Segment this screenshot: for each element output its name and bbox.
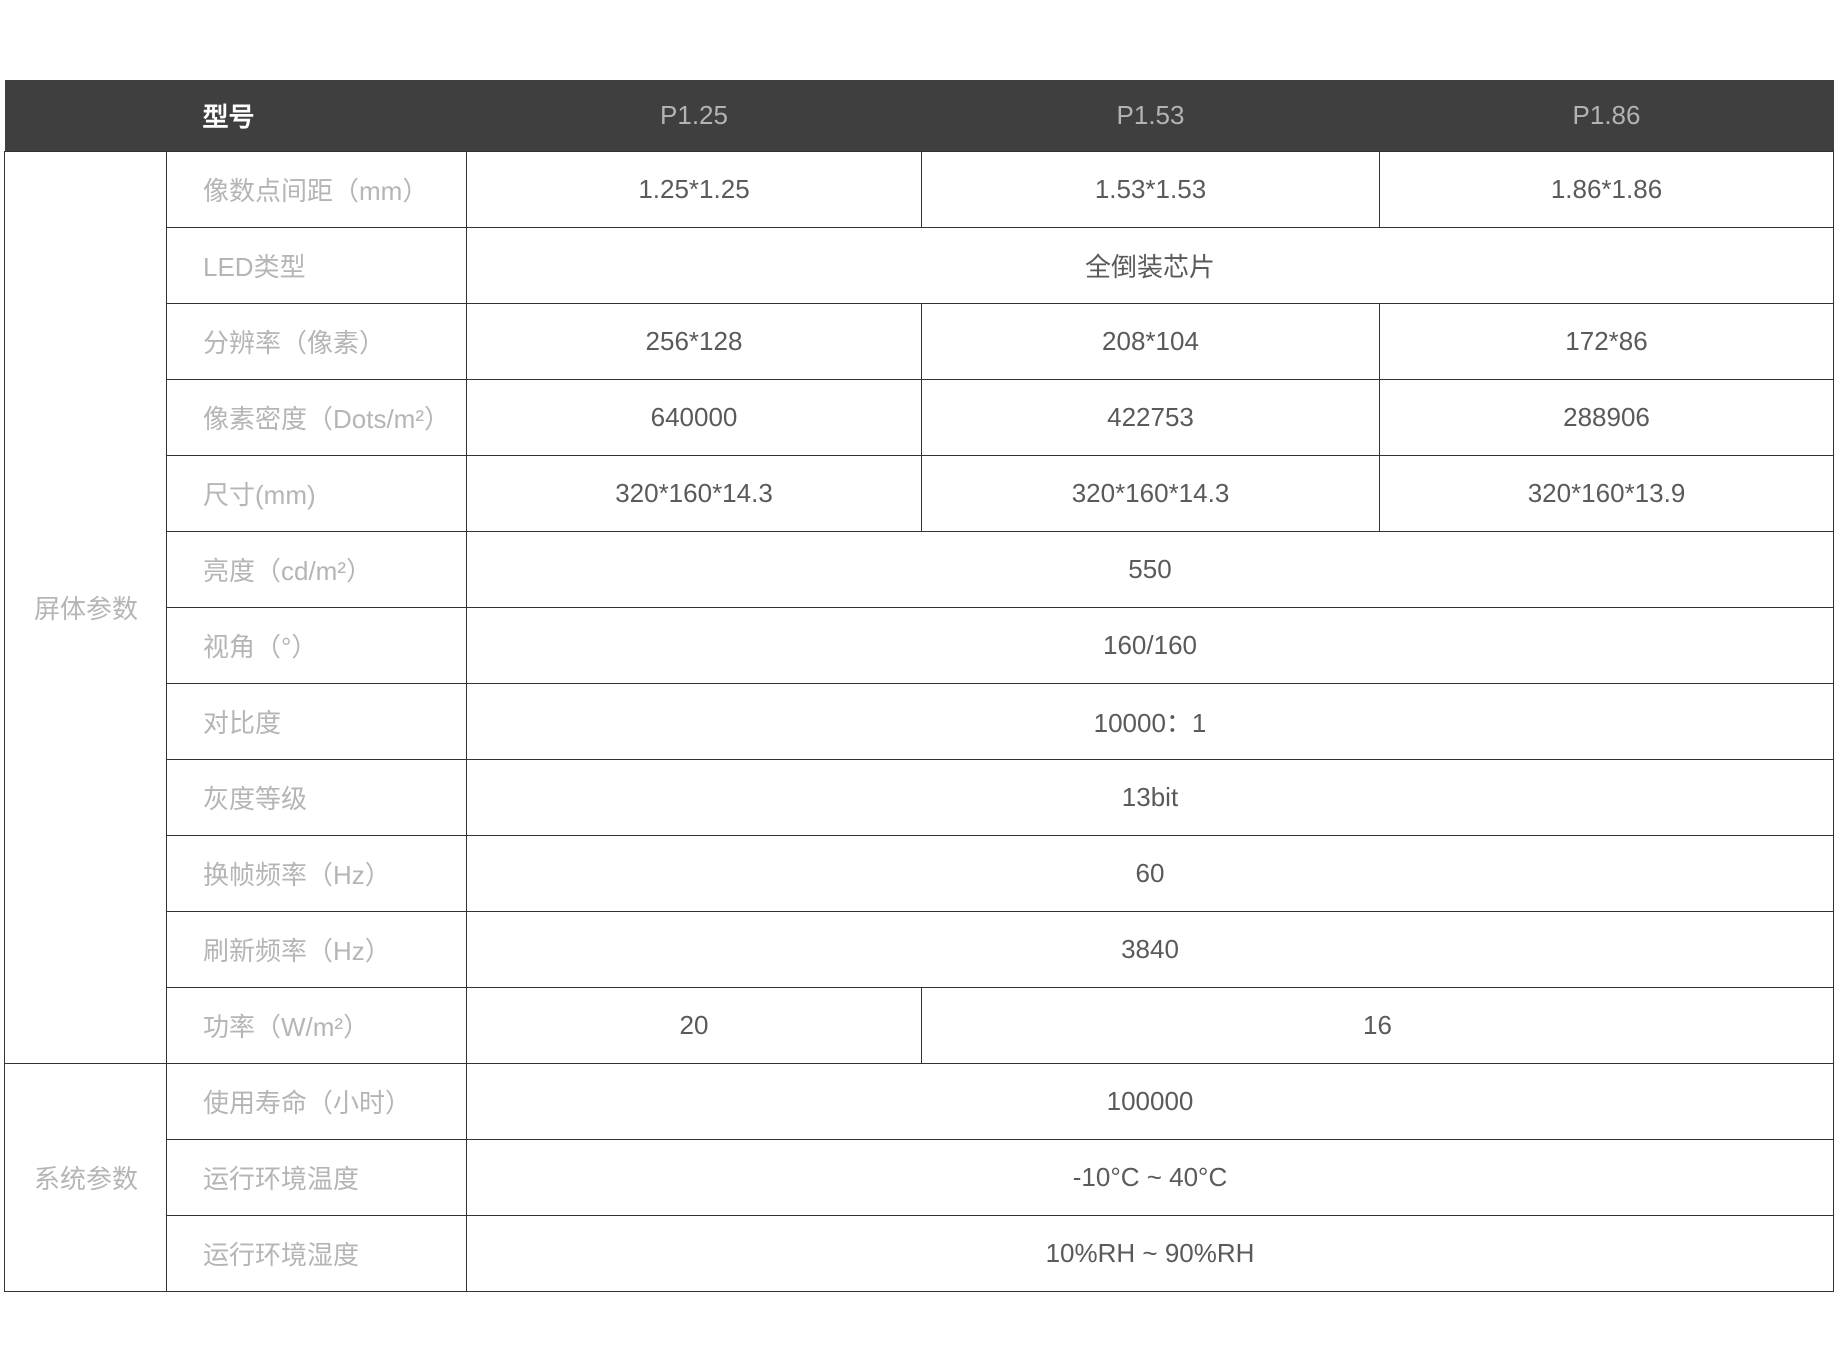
row-brightness: 亮度（cd/m²） 550 <box>5 531 1834 608</box>
param-label: 灰度等级 <box>166 759 467 836</box>
row-size: 尺寸(mm) 320*160*14.3 320*160*14.3 320*160… <box>5 455 1834 532</box>
value-cell: 60 <box>466 835 1834 912</box>
value-cell: 208*104 <box>921 303 1380 380</box>
row-frame-rate: 换帧频率（Hz） 60 <box>5 835 1834 912</box>
header-blank <box>4 80 167 152</box>
row-pixel-density: 像素密度（Dots/m²） 640000 422753 288906 <box>5 379 1834 456</box>
value-cell: 16 <box>921 987 1834 1064</box>
param-label: 对比度 <box>166 683 467 760</box>
row-led-type: LED类型 全倒装芯片 <box>5 227 1834 304</box>
value-cell: 320*160*14.3 <box>466 455 922 532</box>
row-view-angle: 视角（°） 160/160 <box>5 607 1834 684</box>
row-refresh-rate: 刷新频率（Hz） 3840 <box>5 911 1834 988</box>
header-model-p153: P1.53 <box>921 80 1380 152</box>
spec-table: 型号 P1.25 P1.53 P1.86 屏体参数 像数点间距（mm） 1.25… <box>4 80 1834 1292</box>
row-op-humidity: 运行环境湿度 10%RH ~ 90%RH <box>5 1215 1834 1292</box>
value-cell: 10000：1 <box>466 683 1834 760</box>
row-op-temp: 运行环境温度 -10°C ~ 40°C <box>5 1139 1834 1216</box>
value-cell: 13bit <box>466 759 1834 836</box>
value-cell: 288906 <box>1379 379 1834 456</box>
row-power: 功率（W/m²） 20 16 <box>5 987 1834 1064</box>
row-lifetime: 系统参数 使用寿命（小时） 100000 <box>4 1063 1834 1292</box>
param-label: 尺寸(mm) <box>166 455 467 532</box>
param-label: LED类型 <box>166 227 467 304</box>
group-screen-params: 屏体参数 <box>4 151 167 1064</box>
value-cell: 20 <box>466 987 922 1064</box>
row-pixel-pitch: 屏体参数 像数点间距（mm） 1.25*1.25 1.53*1.53 1.86*… <box>4 151 1834 1064</box>
value-cell: 640000 <box>466 379 922 456</box>
param-label: 亮度（cd/m²） <box>166 531 467 608</box>
param-label: 像素密度（Dots/m²） <box>166 379 467 456</box>
value-cell: 320*160*14.3 <box>921 455 1380 532</box>
param-label: 功率（W/m²） <box>166 987 467 1064</box>
param-label: 运行环境湿度 <box>166 1215 467 1292</box>
header-label: 型号 <box>166 80 467 152</box>
row-contrast: 对比度 10000：1 <box>5 683 1834 760</box>
param-label: 分辨率（像素） <box>166 303 467 380</box>
param-label: 刷新频率（Hz） <box>166 911 467 988</box>
value-cell: 172*86 <box>1379 303 1834 380</box>
value-cell: 422753 <box>921 379 1380 456</box>
value-cell: 1.25*1.25 <box>466 151 922 228</box>
header-model-p125: P1.25 <box>466 80 922 152</box>
value-cell: 256*128 <box>466 303 922 380</box>
row-resolution: 分辨率（像素） 256*128 208*104 172*86 <box>5 303 1834 380</box>
value-cell: 160/160 <box>466 607 1834 684</box>
value-cell: 550 <box>466 531 1834 608</box>
value-cell: -10°C ~ 40°C <box>466 1139 1834 1216</box>
group-system-params: 系统参数 <box>4 1063 167 1292</box>
row-gray-level: 灰度等级 13bit <box>5 759 1834 836</box>
param-label: 像数点间距（mm） <box>166 151 467 228</box>
value-cell: 3840 <box>466 911 1834 988</box>
param-label: 运行环境温度 <box>166 1139 467 1216</box>
param-label: 视角（°） <box>166 607 467 684</box>
header-row: 型号 P1.25 P1.53 P1.86 <box>4 80 1834 152</box>
value-cell: 1.53*1.53 <box>921 151 1380 228</box>
value-cell: 1.86*1.86 <box>1379 151 1834 228</box>
value-cell: 全倒装芯片 <box>466 227 1834 304</box>
param-label: 换帧频率（Hz） <box>166 835 467 912</box>
param-label: 使用寿命（小时） <box>166 1063 467 1140</box>
value-cell: 100000 <box>466 1063 1834 1140</box>
value-cell: 320*160*13.9 <box>1379 455 1834 532</box>
header-model-p186: P1.86 <box>1379 80 1834 152</box>
value-cell: 10%RH ~ 90%RH <box>466 1215 1834 1292</box>
